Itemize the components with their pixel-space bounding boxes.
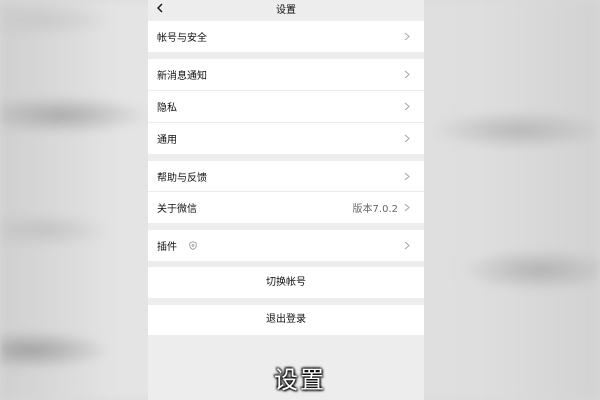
video-caption: 设置 [274, 366, 326, 394]
version-value: 版本7.0.2 [352, 204, 398, 215]
settings-item-help-feedback[interactable]: 帮助与反馈 [148, 161, 424, 191]
chevron-right-icon [404, 172, 410, 180]
chevron-right-icon [404, 70, 410, 79]
page-title: 设置 [276, 5, 296, 16]
settings-item-label: 帮助与反馈 [157, 172, 207, 184]
settings-item-label: 关于微信 [157, 204, 197, 215]
chevron-right-icon [404, 241, 410, 250]
chevron-right-icon [404, 203, 410, 212]
settings-item-label: 隐私 [157, 103, 177, 114]
chevron-right-icon [404, 32, 410, 41]
settings-item-about[interactable]: 关于微信 版本7.0.2 [148, 192, 424, 223]
settings-item-label: 新消息通知 [157, 71, 207, 82]
settings-item-label: 帐号与安全 [157, 33, 207, 44]
settings-item-label: 插件 [157, 242, 177, 253]
logout-button[interactable]: 退出登录 [148, 305, 424, 335]
chevron-right-icon [404, 134, 410, 143]
settings-item-account-security[interactable]: 帐号与安全 [148, 21, 424, 52]
settings-item-notifications[interactable]: 新消息通知 [148, 59, 424, 90]
shield-icon [189, 241, 197, 250]
settings-item-plugins[interactable]: 插件 [148, 230, 424, 261]
settings-screen: 设置 帐号与安全 新消息通知 隐私 通用 帮助与反馈 关于微信 版本7.0.2 … [148, 0, 424, 400]
navigation-bar: 设置 [148, 0, 424, 16]
switch-account-button[interactable]: 切换帐号 [148, 267, 424, 298]
settings-item-privacy[interactable]: 隐私 [148, 91, 424, 122]
settings-item-general[interactable]: 通用 [148, 123, 424, 154]
settings-item-label: 通用 [157, 135, 177, 146]
chevron-right-icon [404, 102, 410, 111]
